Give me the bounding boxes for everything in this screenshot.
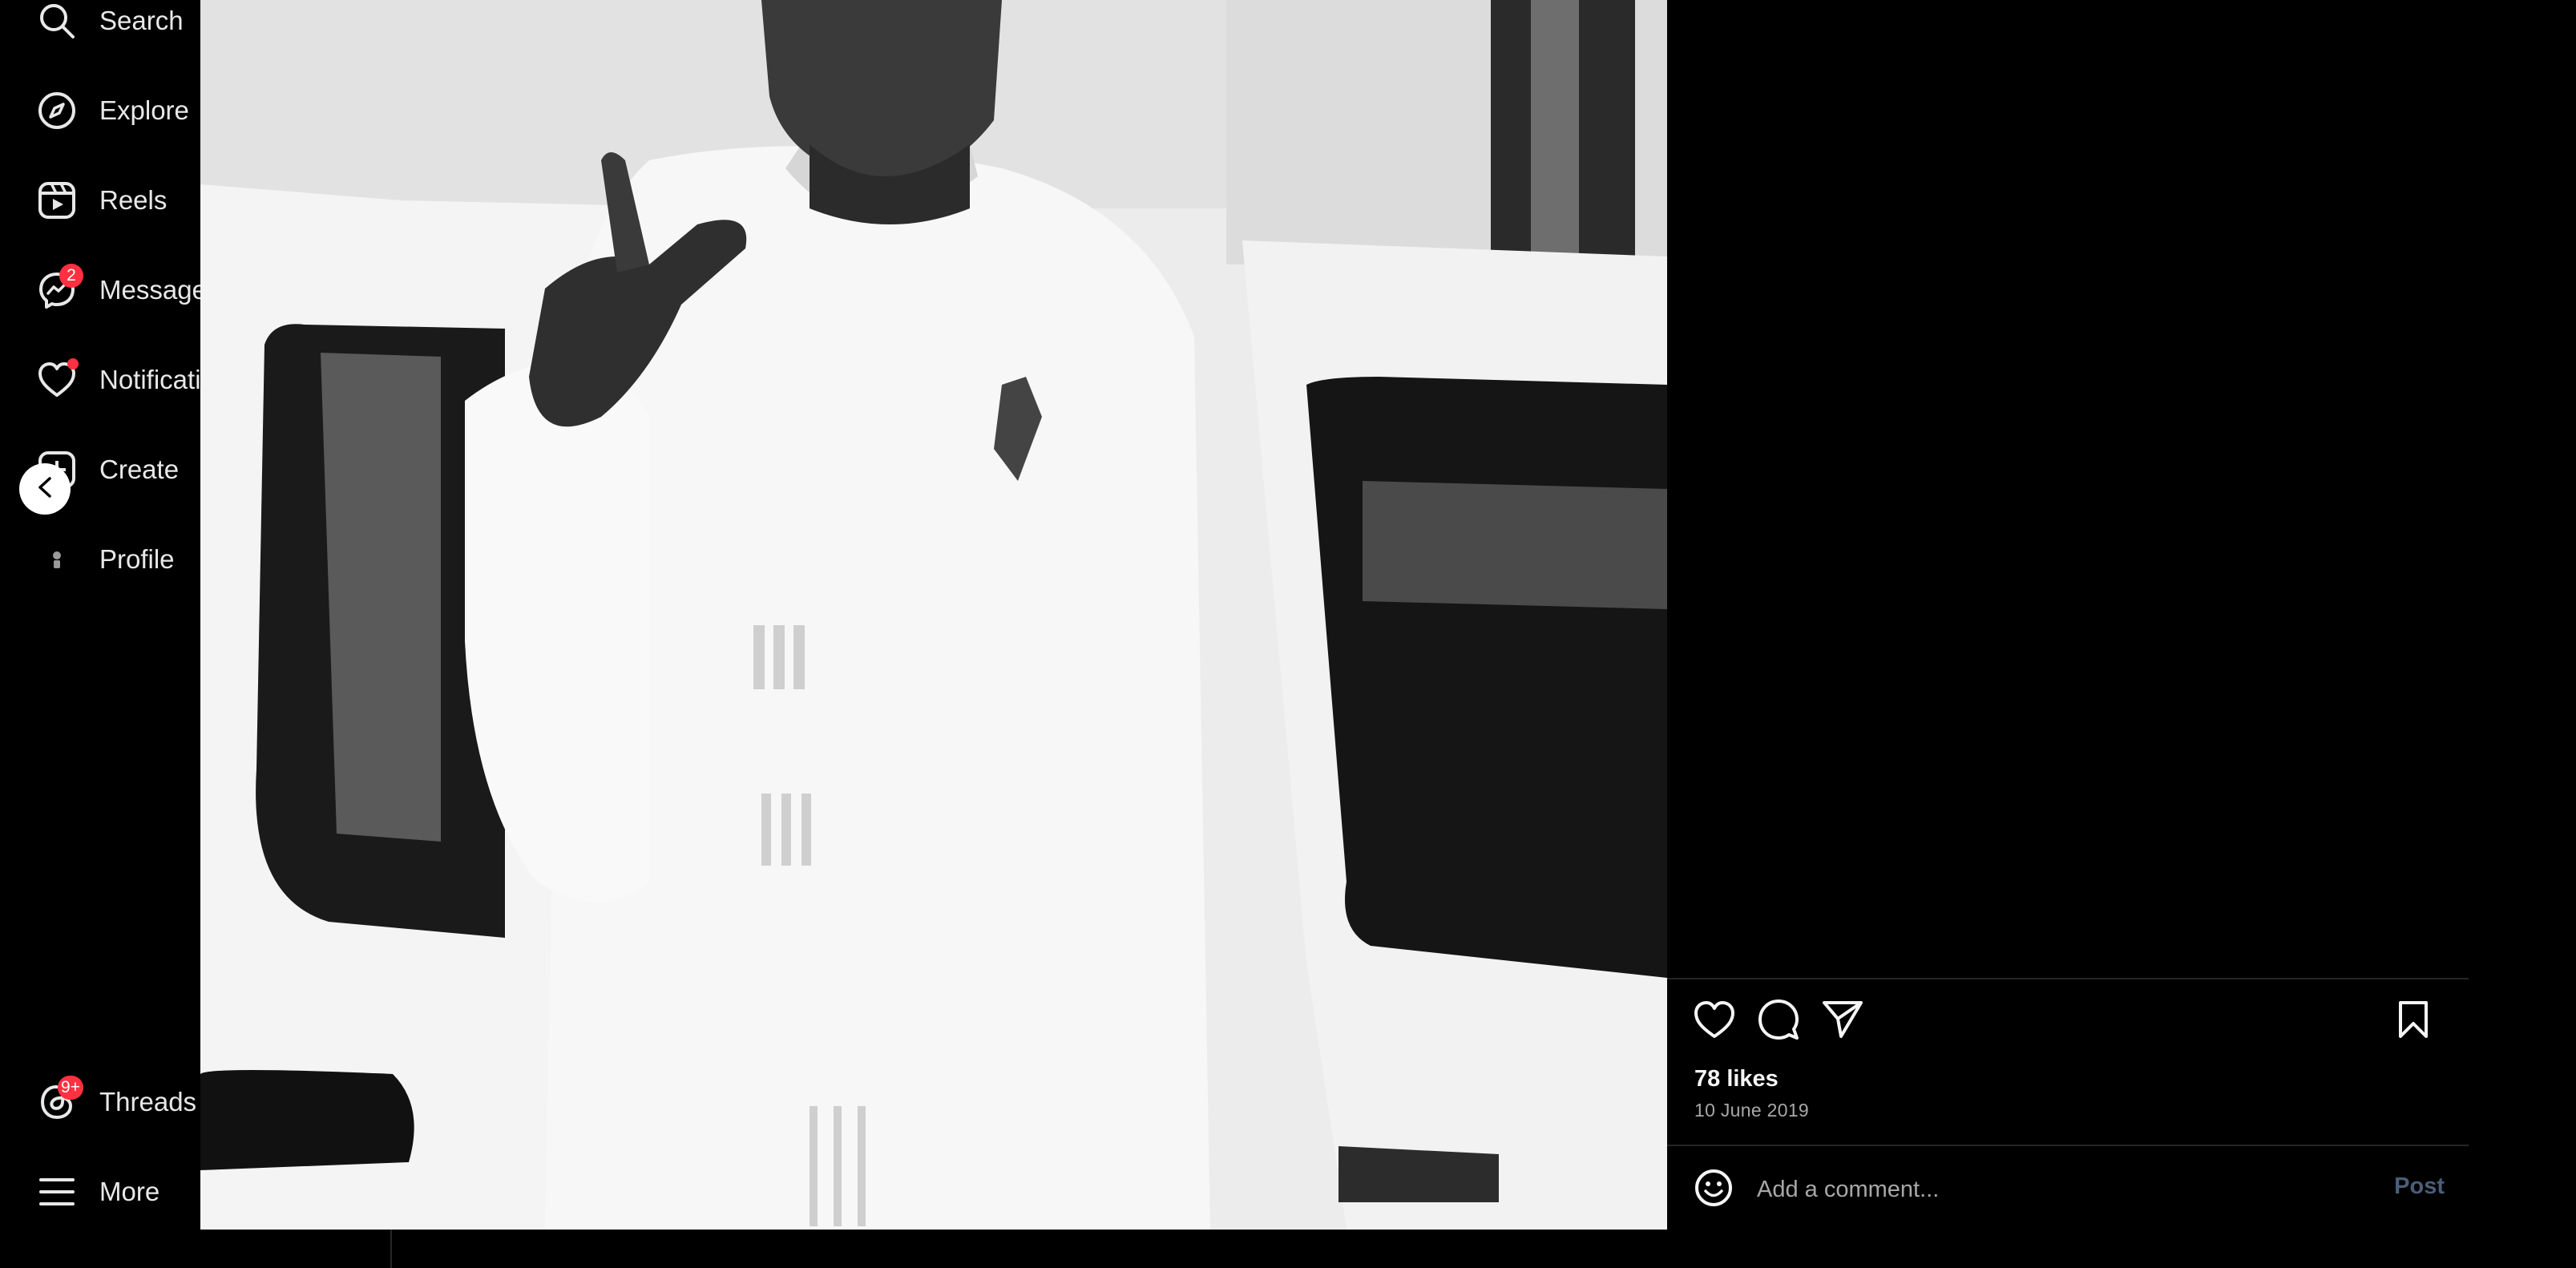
sidebar-item-reels[interactable]: Reels [35,172,167,228]
avatar [35,538,79,581]
messages-badge: 2 [59,264,83,288]
sidebar-item-messages[interactable]: 2 Messages [35,262,220,318]
search-icon [35,0,79,42]
threads-icon: 9+ [35,1076,83,1124]
sidebar-item-label: Create [99,454,180,484]
sidebar-item-search[interactable]: Search [35,0,184,49]
sidebar-item-more[interactable]: More [35,1164,159,1220]
sidebar-item-threads[interactable]: 9+ Threads [35,1074,196,1130]
chevron-left-icon [34,475,55,503]
sidebar-item-label: Explore [99,95,189,125]
likes-count[interactable]: 78 likes [1694,1066,1779,1092]
bookmark-icon [2397,999,2429,1044]
threads-badge: 9+ [58,1076,83,1100]
sidebar-item-label: Search [99,6,184,35]
like-button[interactable] [1691,998,1738,1044]
heart-icon [35,358,79,402]
comment-icon [1758,999,1799,1044]
messenger-icon: 2 [35,264,83,312]
sidebar-item-label: Reels [99,185,168,215]
sidebar: Search Explore Reels 2 Messages Notifica… [0,0,244,1268]
sidebar-item-label: More [99,1177,160,1206]
post-actions [1691,998,2445,1046]
divider [1667,978,2469,979]
divider [390,1230,392,1268]
reels-icon [35,179,79,222]
notification-dot [67,358,79,369]
hamburger-icon [35,1170,79,1213]
sidebar-item-profile[interactable]: Profile [35,531,175,588]
heart-icon [1694,1000,1735,1043]
sidebar-item-label: Threads [99,1087,197,1117]
emoji-icon[interactable] [1691,1165,1736,1210]
post-date[interactable]: 10 June 2019 [1694,1100,1809,1121]
bottom-strip [0,1230,2576,1268]
share-button[interactable] [1819,998,1866,1044]
sidebar-item-explore[interactable]: Explore [35,83,189,139]
compass-icon [35,89,79,132]
previous-post-button[interactable] [19,463,71,515]
post-comment-button[interactable]: Post [2394,1173,2445,1200]
comment-button[interactable] [1755,998,1802,1044]
divider [1667,1145,2469,1146]
post-details-panel: 78 likes 10 June 2019 Post [1667,0,2469,1230]
comment-form: Post [1691,1161,2445,1217]
sidebar-item-label: Profile [99,544,175,574]
save-button[interactable] [2390,998,2437,1044]
comment-input[interactable] [1755,1169,2320,1210]
post-image[interactable] [200,0,1667,1230]
send-icon [1822,999,1863,1044]
